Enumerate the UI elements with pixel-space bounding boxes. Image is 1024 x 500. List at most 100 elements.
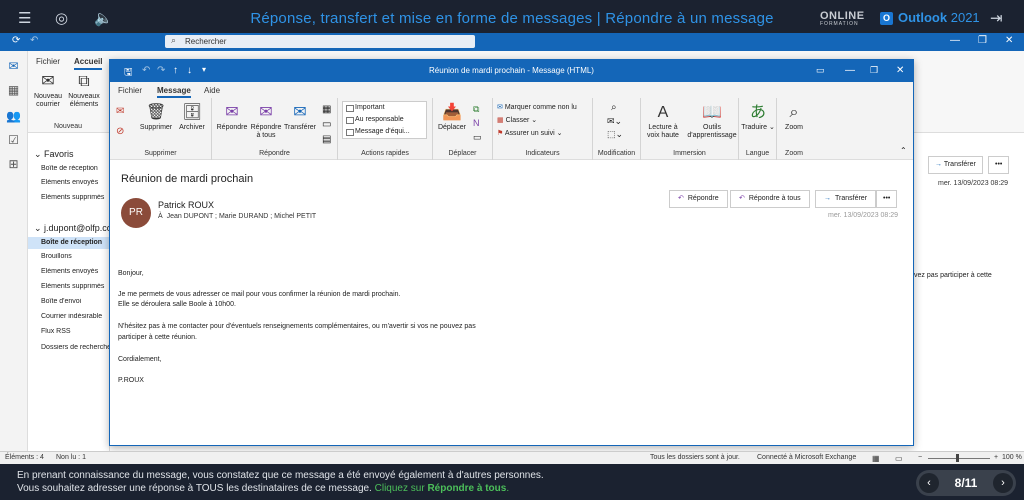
reply-button[interactable]: ✉ Répondre [214,104,250,132]
more-actions-button[interactable]: ••• [876,190,898,208]
zoom-group: ⌕ Zoom Zoom [777,98,811,160]
move-button[interactable]: 📥 Déplacer [435,104,469,132]
zoom-slider-thumb[interactable] [956,454,959,462]
account-header[interactable]: ⌄ j.dupont@olfp.co [34,223,110,234]
new-group-label: Nouveau [53,123,83,130]
zoom-out-icon[interactable]: − [918,454,922,461]
select-icon[interactable]: ⬚⌄ [607,129,623,140]
rules-icon[interactable]: ⧉ [473,104,479,115]
quick-steps-group: Important Au responsable Message d'équi.… [338,98,433,160]
zoom-slider[interactable] [928,458,990,459]
calendar-icon[interactable]: ▦ [6,83,21,98]
junk-icon[interactable]: ⊘ [116,126,124,137]
apps-icon[interactable]: ⊞ [6,157,21,172]
message-subject: Réunion de mardi prochain [121,173,254,185]
folder-item[interactable]: Éléments envoyés [41,268,111,275]
prev-button[interactable]: ‹ [919,473,939,493]
quick-step-manager[interactable]: Au responsable [343,114,426,126]
restore-icon[interactable]: ❐ [978,35,987,46]
read-aloud-button[interactable]: A Lecture à voix haute [643,104,683,140]
tab-fichier[interactable]: Fichier [36,57,60,66]
body-line: Je me permets de vous adresser ce mail p… [118,291,401,298]
sync-icon[interactable]: ⟳ [12,35,20,46]
reply-button-header[interactable]: ↶ Répondre [669,190,728,208]
message-window: 🖫 ↶ ↷ ↑ ↓ ▾ Réunion de mardi prochain - … [109,59,914,446]
quick-steps-label: Actions rapides [361,150,409,157]
ignore-icon[interactable]: ✉ [116,106,124,117]
find-icon[interactable]: ⌕ [611,102,617,113]
immersive-group-label: Immersion [673,150,706,157]
next-button[interactable]: › [993,473,1013,493]
language-group-label: Langue [745,150,770,157]
meeting-icon[interactable]: ▦ [322,104,331,115]
close-icon[interactable]: ✕ [1005,35,1013,46]
forward-button[interactable]: ✉ Transférer [282,104,318,132]
reply-all-button-header[interactable]: ↶ Répondre à tous [730,190,810,208]
ribbon-options-icon[interactable]: ▭ [816,65,825,76]
search-input[interactable]: Rechercher [165,34,475,48]
tab-fichier[interactable]: Fichier [118,86,142,95]
related-icon[interactable]: ✉⌄ [607,116,622,127]
folder-item-inbox[interactable]: Boîte de réception [28,237,110,249]
undo-icon[interactable]: ↶ [30,35,38,46]
people-icon[interactable]: 👥 [6,109,21,124]
minimize-icon[interactable]: — [950,35,960,46]
close-icon[interactable]: ✕ [896,65,904,76]
quick-step-important[interactable]: Important [343,102,426,114]
categorize-button[interactable]: ▦ Classer ⌄ [497,116,537,124]
zoom-button[interactable]: ⌕ Zoom [779,104,809,132]
folder-item[interactable]: Éléments envoyés [41,179,111,186]
reading-view-icon[interactable]: ▭ [895,454,903,463]
actions-icon[interactable]: ▭ [473,132,482,143]
instruction-line-2: Vous souhaitez adresser une réponse à TO… [17,483,510,494]
forward-icon: ✉ [293,104,307,121]
tasks-icon[interactable]: ☑ [6,133,21,148]
edit-group-label: Modification [597,150,636,157]
mark-unread-button[interactable]: ✉ Marquer comme non lu [497,103,577,111]
favorites-header[interactable]: ⌄ Favoris [34,149,74,160]
course-header: ☰ ◎ 🔈 Réponse, transfert et mise en form… [0,0,1024,36]
reply-all-button[interactable]: ✉ Répondre à tous [250,104,282,140]
folder-item[interactable]: Flux RSS [41,328,111,335]
tab-message[interactable]: Message [157,86,191,98]
restore-icon[interactable]: ❐ [870,65,878,76]
forward-button-behind[interactable]: → Transférer [928,156,983,174]
body-line: Cordialement, [118,356,162,363]
learning-tools-button[interactable]: 📖 Outils d'apprentissage [687,104,737,140]
translate-icon: あ [749,104,766,121]
archive-icon: 🗄 [182,104,203,121]
new-mail-button[interactable]: ✉ Nouveau courrier [32,73,64,109]
new-items-button[interactable]: ⧉ Nouveaux éléments [66,73,102,109]
folder-item[interactable]: Boîte de réception [41,165,111,172]
collapse-ribbon-icon[interactable]: ⌃ [900,146,907,155]
normal-view-icon[interactable]: ▦ [872,454,880,463]
new-items-icon: ⧉ [78,73,90,90]
quick-step-team[interactable]: Message d'équi... [343,126,426,138]
folder-item[interactable]: Courrier indésirable [41,313,111,320]
tab-aide[interactable]: Aide [204,86,220,95]
folder-item[interactable]: Brouillons [41,253,111,260]
minimize-icon[interactable]: — [845,65,855,76]
more-button-behind[interactable]: ••• [988,156,1010,174]
forward-button-header[interactable]: → Transférer [815,190,877,208]
im-icon[interactable]: ▭ [322,119,331,130]
reading-pane-behind: → Transférer ••• mer. 13/09/2023 08:29 v… [914,133,1024,451]
translate-button[interactable]: あ Traduire ⌄ [741,104,775,132]
zoom-in-icon[interactable]: + [994,454,998,461]
folder-item[interactable]: Boîte d'envoi [41,298,111,305]
delete-button[interactable]: 🗑 Supprimer [138,104,174,132]
sender-name[interactable]: Patrick ROUX [158,200,214,210]
mail-icon[interactable]: ✉ [6,59,21,74]
follow-up-button[interactable]: ⚑ Assurer un suivi ⌄ [497,129,562,137]
more-respond-icon[interactable]: ▤ [322,134,331,145]
tab-accueil[interactable]: Accueil [74,57,103,70]
reply-icon: ✉ [225,104,239,121]
folder-item[interactable]: Éléments supprimés [41,194,111,201]
folder-item[interactable]: Dossiers de recherche [41,344,111,351]
instruction-line-1: En prenant connaissance du message, vous… [17,470,544,481]
brand-name: Outlook 2021 [898,10,980,25]
onenote-icon[interactable]: N [473,118,480,128]
exit-icon[interactable]: ⇥ [990,9,1003,27]
archive-button[interactable]: 🗄 Archiver [174,104,210,132]
folder-item[interactable]: Éléments supprimés [41,283,111,290]
